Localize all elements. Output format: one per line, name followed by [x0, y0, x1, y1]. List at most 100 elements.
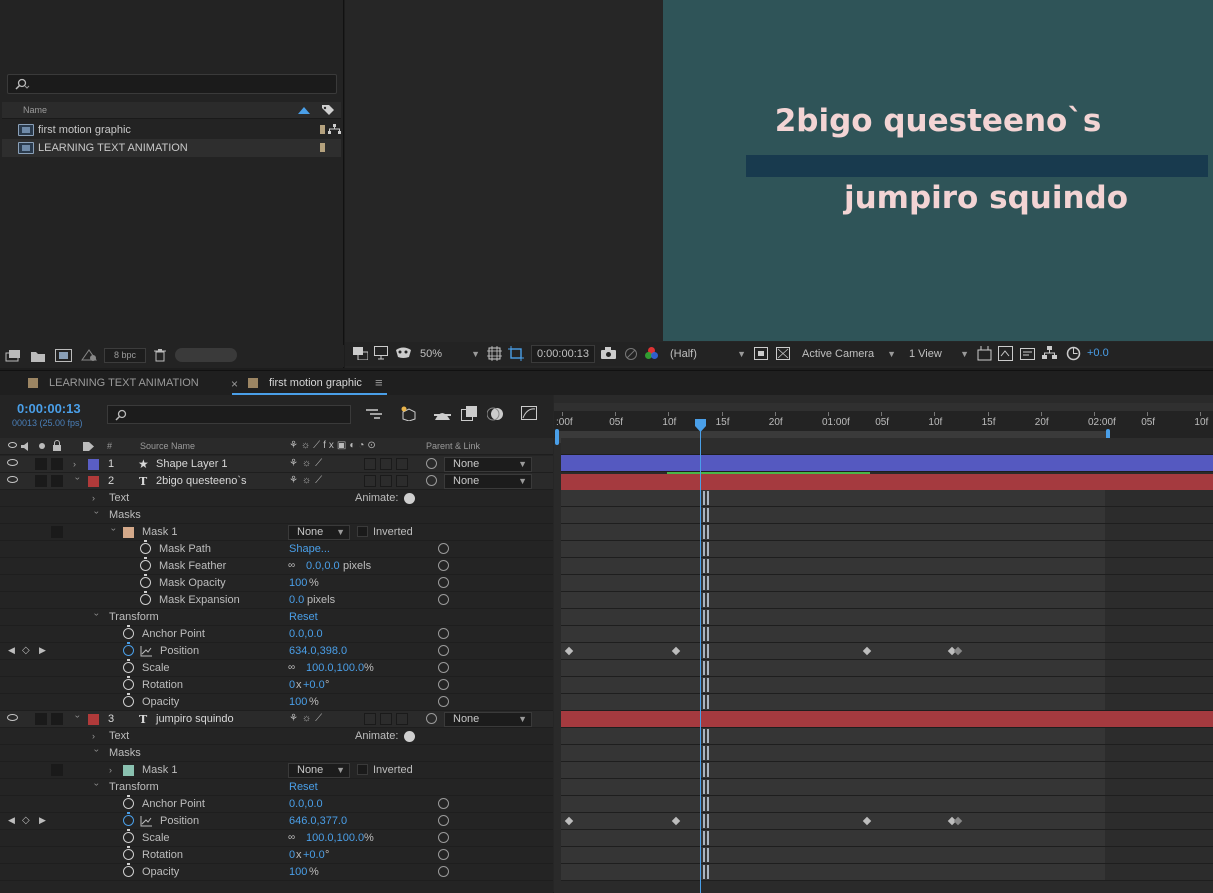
property-graph-row[interactable] — [561, 796, 1213, 813]
position-value[interactable]: 646.0,377.0 — [289, 815, 347, 827]
property-graph-row[interactable] — [561, 541, 1213, 558]
new-folder-icon[interactable] — [31, 350, 46, 362]
property-row[interactable]: Mask Path Shape... — [0, 540, 553, 558]
property-row[interactable]: Anchor Point 0.0,0.0 — [0, 795, 553, 813]
visibility-eye-icon[interactable] — [7, 476, 18, 483]
chevron-down-icon[interactable]: › — [73, 715, 83, 723]
motion-blur-icon[interactable] — [487, 406, 504, 421]
transform-group-row[interactable]: › Transform Reset — [0, 609, 553, 626]
expression-pick-whip-icon[interactable] — [438, 662, 449, 673]
stopwatch-icon[interactable] — [123, 659, 134, 673]
time-ruler[interactable]: :00f 05f 10f 15f 20f 01:00f 05f 10f 15f 20f 02:00f… — [554, 403, 1213, 445]
expression-pick-whip-icon[interactable] — [438, 849, 449, 860]
chevron-right-icon[interactable]: › — [109, 766, 117, 775]
property-graph-row[interactable] — [561, 779, 1213, 796]
parent-dropdown[interactable]: None ▼ — [444, 712, 532, 727]
graph-icon[interactable] — [140, 646, 152, 657]
property-row[interactable]: ◀ ◇ ▶ Position 634.0,398.0 — [0, 642, 553, 660]
layer-duration-bar[interactable] — [561, 711, 1213, 728]
keyframe[interactable] — [671, 816, 681, 826]
timeline-icon[interactable] — [1020, 346, 1035, 361]
expression-pick-whip-icon[interactable] — [438, 543, 449, 554]
stopwatch-icon[interactable] — [123, 863, 134, 877]
property-graph-row[interactable] — [561, 490, 1213, 507]
property-row[interactable]: Opacity 100 % — [0, 693, 553, 711]
resolution-dropdown[interactable]: (Half) ▼ — [670, 345, 748, 363]
property-graph-row[interactable] — [561, 677, 1213, 694]
property-graph-row[interactable] — [561, 524, 1213, 541]
region-of-interest-icon[interactable] — [508, 346, 524, 361]
name-column-label[interactable]: Name — [23, 105, 47, 115]
chevron-right-icon[interactable]: › — [92, 494, 100, 503]
next-keyframe-icon[interactable]: ▶ — [39, 645, 46, 656]
source-name-column[interactable]: Source Name — [140, 441, 195, 451]
keyframe[interactable] — [564, 646, 574, 656]
frame-blending-icon[interactable] — [461, 406, 478, 421]
mask-expansion-value[interactable]: 0.0 — [289, 594, 304, 606]
chevron-down-icon[interactable]: › — [109, 528, 119, 536]
inverted-checkbox[interactable] — [357, 764, 368, 775]
layer-row[interactable]: › 2 T 2bigo questeeno`s ⚘☼⟋ None ▼ — [0, 473, 553, 490]
trash-icon[interactable] — [154, 349, 166, 362]
layer-duration-bar[interactable] — [561, 474, 1213, 491]
layer-label-color[interactable] — [88, 459, 99, 470]
property-graph-row[interactable] — [561, 592, 1213, 609]
layer-name[interactable]: 2bigo questeeno`s — [156, 475, 247, 487]
add-keyframe-icon[interactable]: ◇ — [22, 815, 30, 826]
anchor-point-value[interactable]: 0.0,0.0 — [289, 798, 323, 810]
constrain-link-icon[interactable]: ∞ — [288, 560, 295, 571]
expression-pick-whip-icon[interactable] — [438, 628, 449, 639]
position-value[interactable]: 634.0,398.0 — [289, 645, 347, 657]
layer-row[interactable]: › 1 ★ Shape Layer 1 ⚘☼⟋ None ▼ — [0, 456, 553, 473]
chevron-down-icon[interactable]: › — [92, 783, 102, 791]
pick-whip-icon[interactable] — [426, 713, 437, 724]
stopwatch-icon[interactable] — [140, 540, 151, 554]
property-row[interactable]: Mask Expansion 0.0 pixels — [0, 591, 553, 609]
collapse-switch[interactable] — [396, 475, 408, 487]
layer-switches[interactable]: ⚘☼⟋ — [289, 713, 326, 724]
playhead-handle[interactable] — [695, 419, 706, 432]
keyframe[interactable] — [862, 816, 872, 826]
property-graph-row[interactable] — [561, 609, 1213, 626]
lock-switch[interactable] — [51, 713, 63, 725]
view-layout-dropdown[interactable]: 1 View ▼ — [909, 345, 971, 363]
mask-feather-value[interactable]: 0.0,0.0 — [306, 560, 340, 572]
flowchart-icon[interactable] — [328, 124, 341, 135]
expression-pick-whip-icon[interactable] — [438, 645, 449, 656]
property-row[interactable]: Rotation 0 x +0.0 ° — [0, 676, 553, 694]
3d-switch[interactable] — [380, 713, 392, 725]
mask-color[interactable] — [123, 527, 134, 538]
property-graph-row[interactable] — [561, 847, 1213, 864]
property-row[interactable]: Mask Feather ∞ 0.0,0.0 pixels — [0, 557, 553, 575]
exposure-value[interactable]: +0.0 — [1087, 347, 1109, 359]
reset-exposure-icon[interactable] — [1066, 346, 1081, 361]
transparency-grid-icon[interactable] — [776, 347, 790, 360]
hide-shy-layers-icon[interactable] — [434, 406, 451, 421]
snapshot-camera-icon[interactable] — [601, 347, 616, 359]
add-keyframe-icon[interactable]: ◇ — [22, 645, 30, 656]
lock-switch[interactable] — [51, 764, 63, 776]
masks-group-row[interactable]: › Masks — [0, 507, 553, 524]
collapse-switch[interactable] — [396, 713, 408, 725]
property-graph-row[interactable] — [561, 660, 1213, 677]
property-row[interactable]: Rotation 0 x +0.0 ° — [0, 846, 553, 864]
layer-duration-bar[interactable] — [561, 455, 1213, 472]
project-item[interactable]: LEARNING TEXT ANIMATION — [2, 139, 341, 157]
always-preview-icon[interactable] — [353, 347, 368, 360]
constrain-link-icon[interactable]: ∞ — [288, 832, 295, 843]
text-group-row[interactable]: › Text Animate: — [0, 728, 553, 745]
3d-switch[interactable] — [380, 458, 392, 470]
adjustment-switch[interactable] — [364, 475, 376, 487]
toggle-pixel-aspect-icon[interactable] — [977, 346, 992, 361]
layer-switches[interactable]: ⚘☼⟋ — [289, 475, 326, 486]
chevron-right-icon[interactable]: › — [73, 460, 81, 469]
expression-pick-whip-icon[interactable] — [438, 866, 449, 877]
graph-icon[interactable] — [140, 816, 152, 827]
timeline-search-input[interactable] — [107, 405, 351, 424]
composition-mini-flowchart-icon[interactable] — [366, 408, 383, 420]
viewer-timecode[interactable]: 0:00:00:13 — [531, 345, 595, 363]
expression-pick-whip-icon[interactable] — [438, 696, 449, 707]
3d-switch[interactable] — [380, 475, 392, 487]
property-graph-row[interactable] — [561, 864, 1213, 881]
sort-ascending-icon[interactable] — [298, 107, 310, 114]
